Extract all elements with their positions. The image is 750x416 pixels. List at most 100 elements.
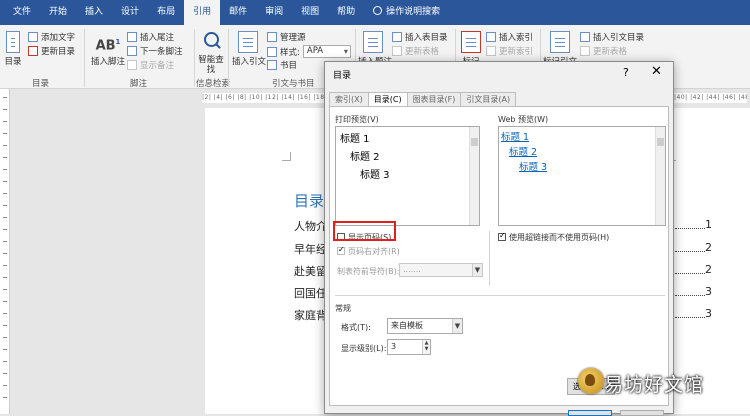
toc-button-label: 目录 [4,57,22,67]
insert-citation-button[interactable]: 插入引文 [232,29,267,67]
web-preview-label: Web 预览(W) [498,115,549,124]
use-hyperlinks-checkbox[interactable] [498,231,506,241]
toc-button[interactable]: 目录 [2,29,24,67]
toc-entry[interactable]: 回国任 [294,285,327,301]
toc-page-number: 2 [705,263,712,276]
print-preview-box: 标题 1 标题 2 标题 3 [335,126,480,226]
tab-home[interactable]: 开始 [40,0,76,25]
web-preview-level1[interactable]: 标题 1 [501,129,529,143]
update-index-button[interactable]: 更新索引 [486,45,533,57]
group-toc-label: 目录 [32,79,50,89]
toc-leader [675,287,705,296]
formats-dropdown[interactable]: 来自模板 ▼ [387,318,463,334]
levels-stepper[interactable]: 3 ▲ ▼ [387,339,431,355]
web-preview-level3[interactable]: 标题 3 [519,159,547,173]
print-preview-scrollbar[interactable] [469,127,479,225]
print-preview-level3: 标题 3 [360,170,390,181]
insert-table-of-authorities-button[interactable]: 插入引文目录 [580,31,644,43]
insert-footnote-button[interactable]: AB1 插入脚注 [90,29,126,67]
index-icon [486,32,496,42]
show-notes-icon [127,60,137,70]
annotation-highlight-box [333,221,396,241]
bibliography-icon [267,60,277,70]
manage-sources-label: 管理源 [280,33,306,43]
toc-icon [6,31,20,53]
dialog-title: 目录 [333,71,352,81]
web-preview-scrollbar[interactable] [655,127,665,225]
tab-review[interactable]: 审阅 [256,0,292,25]
footnote-ab-icon: AB1 [95,38,121,54]
update-toc-button[interactable]: 更新目录 [28,45,75,57]
next-footnote-button[interactable]: 下一条脚注 [127,45,183,57]
insert-endnote-button[interactable]: 插入尾注 [127,31,174,43]
right-align-label: 页码右对齐(R) [348,247,400,256]
endnote-icon [127,32,137,42]
bibliography-button[interactable]: 书目 [267,59,297,71]
ruler-ticks-left: |2| |4| |6| |8| |10| |12| |14| |16| |18| [202,94,328,101]
caption-icon [363,31,383,53]
toc-leader [675,243,705,252]
toc-entry[interactable]: 赴美留 [294,263,327,279]
tab-index[interactable]: 索引(X) [329,92,369,106]
cancel-button[interactable] [620,410,664,416]
print-preview-label: 打印预览(V) [335,115,379,124]
smart-lookup-label: 智能查找 [198,55,224,75]
tab-layout[interactable]: 布局 [148,0,184,25]
insert-table-of-figures-button[interactable]: 插入表目录 [392,31,448,43]
tab-table-of-figures[interactable]: 图表目录(F) [406,92,462,106]
update-table2-button[interactable]: 更新表格 [580,45,627,57]
tab-references[interactable]: 引用 [184,0,221,25]
insert-footnote-label: 插入脚注 [90,57,125,67]
tab-leader-label: 制表符前导符(B): [337,267,400,276]
tab-leader-value: ....... [403,265,421,274]
manage-sources-button[interactable]: 管理源 [267,31,306,43]
close-icon[interactable]: ✕ [651,64,662,79]
add-text-label: 添加文字 [41,33,76,43]
spinner-arrows-icon[interactable]: ▲ ▼ [422,340,430,354]
smart-lookup-button[interactable]: 智能查找 [198,29,224,75]
tab-table-of-authorities[interactable]: 引文目录(A) [460,92,517,106]
column-divider [489,231,490,286]
formats-value: 来自模板 [391,321,423,330]
tab-file[interactable]: 文件 [4,0,40,25]
web-preview-level2[interactable]: 标题 2 [509,144,537,158]
insert-endnote-label: 插入尾注 [140,33,175,43]
show-notes-label: 显示备注 [140,61,175,71]
group-research-label: 信息检索 [196,79,231,89]
toc-page-number: 2 [705,241,712,254]
tab-view[interactable]: 视图 [292,0,328,25]
chevron-down-icon: ▼ [472,264,482,276]
toc-entry[interactable]: 早年经 [294,241,327,257]
chevron-down-icon: ▼ [452,319,462,333]
tab-mailings[interactable]: 邮件 [220,0,256,25]
insert-index-button[interactable]: 插入索引 [486,31,533,43]
style-selector[interactable]: 样式: APA [267,45,351,58]
tab-help[interactable]: 帮助 [328,0,364,25]
toc-entry[interactable]: 家庭背 [294,307,327,323]
update-index-label: 更新索引 [499,47,534,57]
refresh-icon [28,46,38,56]
update-table-icon [392,46,402,56]
insert-citation-label: 插入引文 [232,57,267,67]
tab-toc[interactable]: 目录(C) [367,92,408,107]
insert-index-label: 插入索引 [499,33,534,43]
add-text-button[interactable]: 添加文字 [28,31,75,43]
group-footnotes-label: 脚注 [130,79,148,89]
show-notes-button[interactable]: 显示备注 [127,59,174,71]
help-icon[interactable]: ? [623,66,629,79]
ok-button[interactable] [568,410,612,416]
tab-insert[interactable]: 插入 [76,0,112,25]
citation-icon [238,31,258,53]
update-table2-label: 更新表格 [593,47,628,57]
print-preview-level2: 标题 2 [350,152,380,163]
toc-entry[interactable]: 人物介 [294,218,327,234]
right-align-checkbox[interactable] [337,245,345,255]
update-table-button[interactable]: 更新表格 [392,45,439,57]
tell-me-search[interactable]: 操作说明搜索 [364,0,449,25]
tab-leader-dropdown[interactable]: ....... ▼ [399,263,483,277]
update-toc-label: 更新目录 [41,47,76,57]
style-combo[interactable]: APA [302,45,351,58]
dialog-tabs: 索引(X) 目录(C) 图表目录(F) 引文目录(A) [329,92,517,107]
tab-design[interactable]: 设计 [112,0,148,25]
style-icon [267,46,277,57]
